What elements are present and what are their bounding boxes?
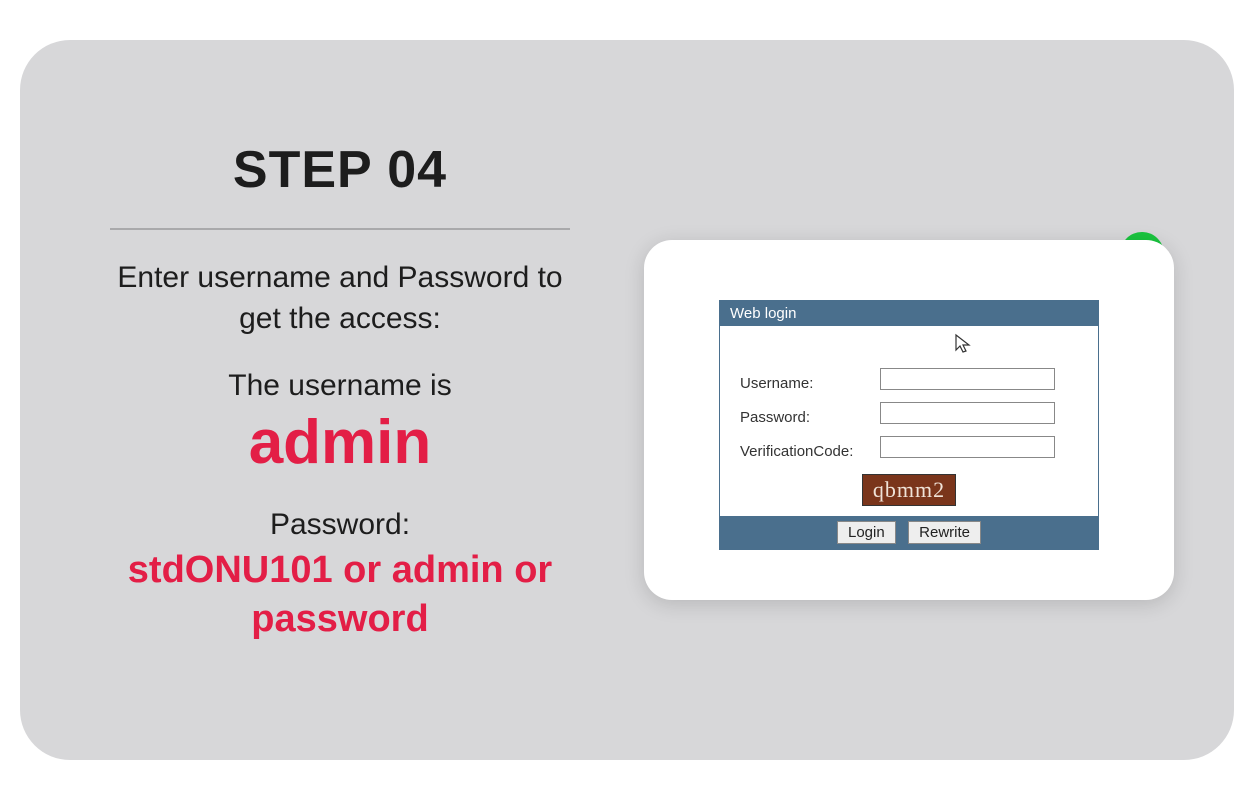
captcha-image: qbmm2 <box>862 474 956 506</box>
username-label: The username is <box>100 369 580 403</box>
rewrite-button[interactable]: Rewrite <box>908 521 981 544</box>
username-field-label: Username: <box>740 375 880 392</box>
username-row: Username: <box>720 366 1098 400</box>
divider <box>110 228 570 230</box>
password-options: stdONU101 or admin or password <box>100 546 580 645</box>
verification-input[interactable] <box>880 436 1055 458</box>
login-screenshot: Web login Username: Password: Verificati… <box>644 240 1174 600</box>
username-value: admin <box>100 407 580 478</box>
password-label: Password: <box>100 508 580 542</box>
verification-row: VerificationCode: <box>720 434 1098 468</box>
login-button[interactable]: Login <box>837 521 896 544</box>
web-login-body: Username: Password: VerificationCode: qb… <box>720 326 1098 516</box>
verification-field-label: VerificationCode: <box>740 443 880 460</box>
captcha-row: qbmm2 <box>720 474 1098 506</box>
step-title: STEP 04 <box>100 140 580 200</box>
password-input[interactable] <box>880 402 1055 424</box>
username-input[interactable] <box>880 368 1055 390</box>
password-row: Password: <box>720 400 1098 434</box>
left-column: STEP 04 Enter username and Pass­word to … <box>100 140 580 645</box>
password-field-label: Password: <box>740 409 880 426</box>
instruction-text: Enter username and Pass­word to get the … <box>100 258 580 339</box>
right-column: Web login Username: Password: Verificati… <box>644 240 1174 600</box>
web-login-panel: Web login Username: Password: Verificati… <box>719 300 1099 550</box>
web-login-footer: Login Rewrite <box>720 516 1098 549</box>
step-card: STEP 04 Enter username and Pass­word to … <box>20 40 1234 760</box>
web-login-title: Web login <box>720 301 1098 326</box>
